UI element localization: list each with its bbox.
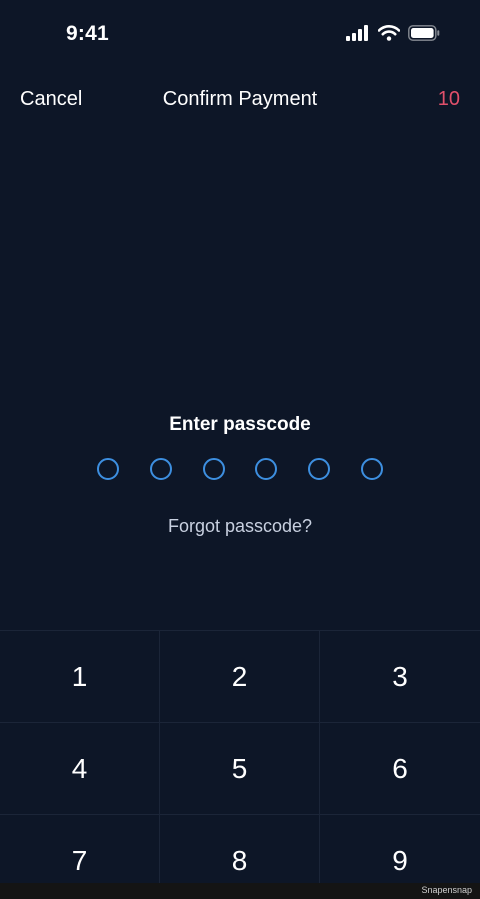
status-bar: 9:41 [0, 0, 480, 72]
passcode-dots [97, 458, 383, 480]
passcode-dot [97, 458, 119, 480]
cellular-signal-icon [346, 25, 370, 46]
countdown-counter: 10 [437, 88, 460, 110]
passcode-dot [360, 458, 383, 480]
passcode-prompt: Enter passcode [169, 414, 311, 435]
passcode-dot [149, 458, 172, 480]
keypad-key-8[interactable]: 8 [160, 814, 320, 883]
footer-bar: Snapensnap [0, 883, 480, 899]
wifi-icon [377, 25, 401, 46]
keypad-key-6[interactable]: 6 [320, 722, 480, 814]
numeric-keypad: 1 2 3 4 5 6 7 8 9 [0, 630, 480, 883]
passcode-dot [255, 458, 278, 480]
keypad-key-3[interactable]: 3 [320, 630, 480, 722]
status-icons [346, 25, 440, 46]
keypad-key-7[interactable]: 7 [0, 814, 160, 883]
keypad-key-1[interactable]: 1 [0, 630, 160, 722]
watermark: Snapensnap [421, 885, 472, 895]
keypad-key-2[interactable]: 2 [160, 630, 320, 722]
forgot-passcode-link[interactable]: Forgot passcode? [0, 516, 480, 537]
navigation-bar: Cancel Confirm Payment 10 [0, 80, 480, 120]
status-time: 9:41 [66, 22, 109, 45]
passcode-dot [202, 458, 225, 480]
battery-icon [408, 25, 440, 46]
keypad-key-5[interactable]: 5 [160, 722, 320, 814]
keypad-key-9[interactable]: 9 [320, 814, 480, 883]
keypad-key-4[interactable]: 4 [0, 722, 160, 814]
page-title: Confirm Payment [162, 88, 318, 110]
passcode-dot [308, 458, 331, 480]
